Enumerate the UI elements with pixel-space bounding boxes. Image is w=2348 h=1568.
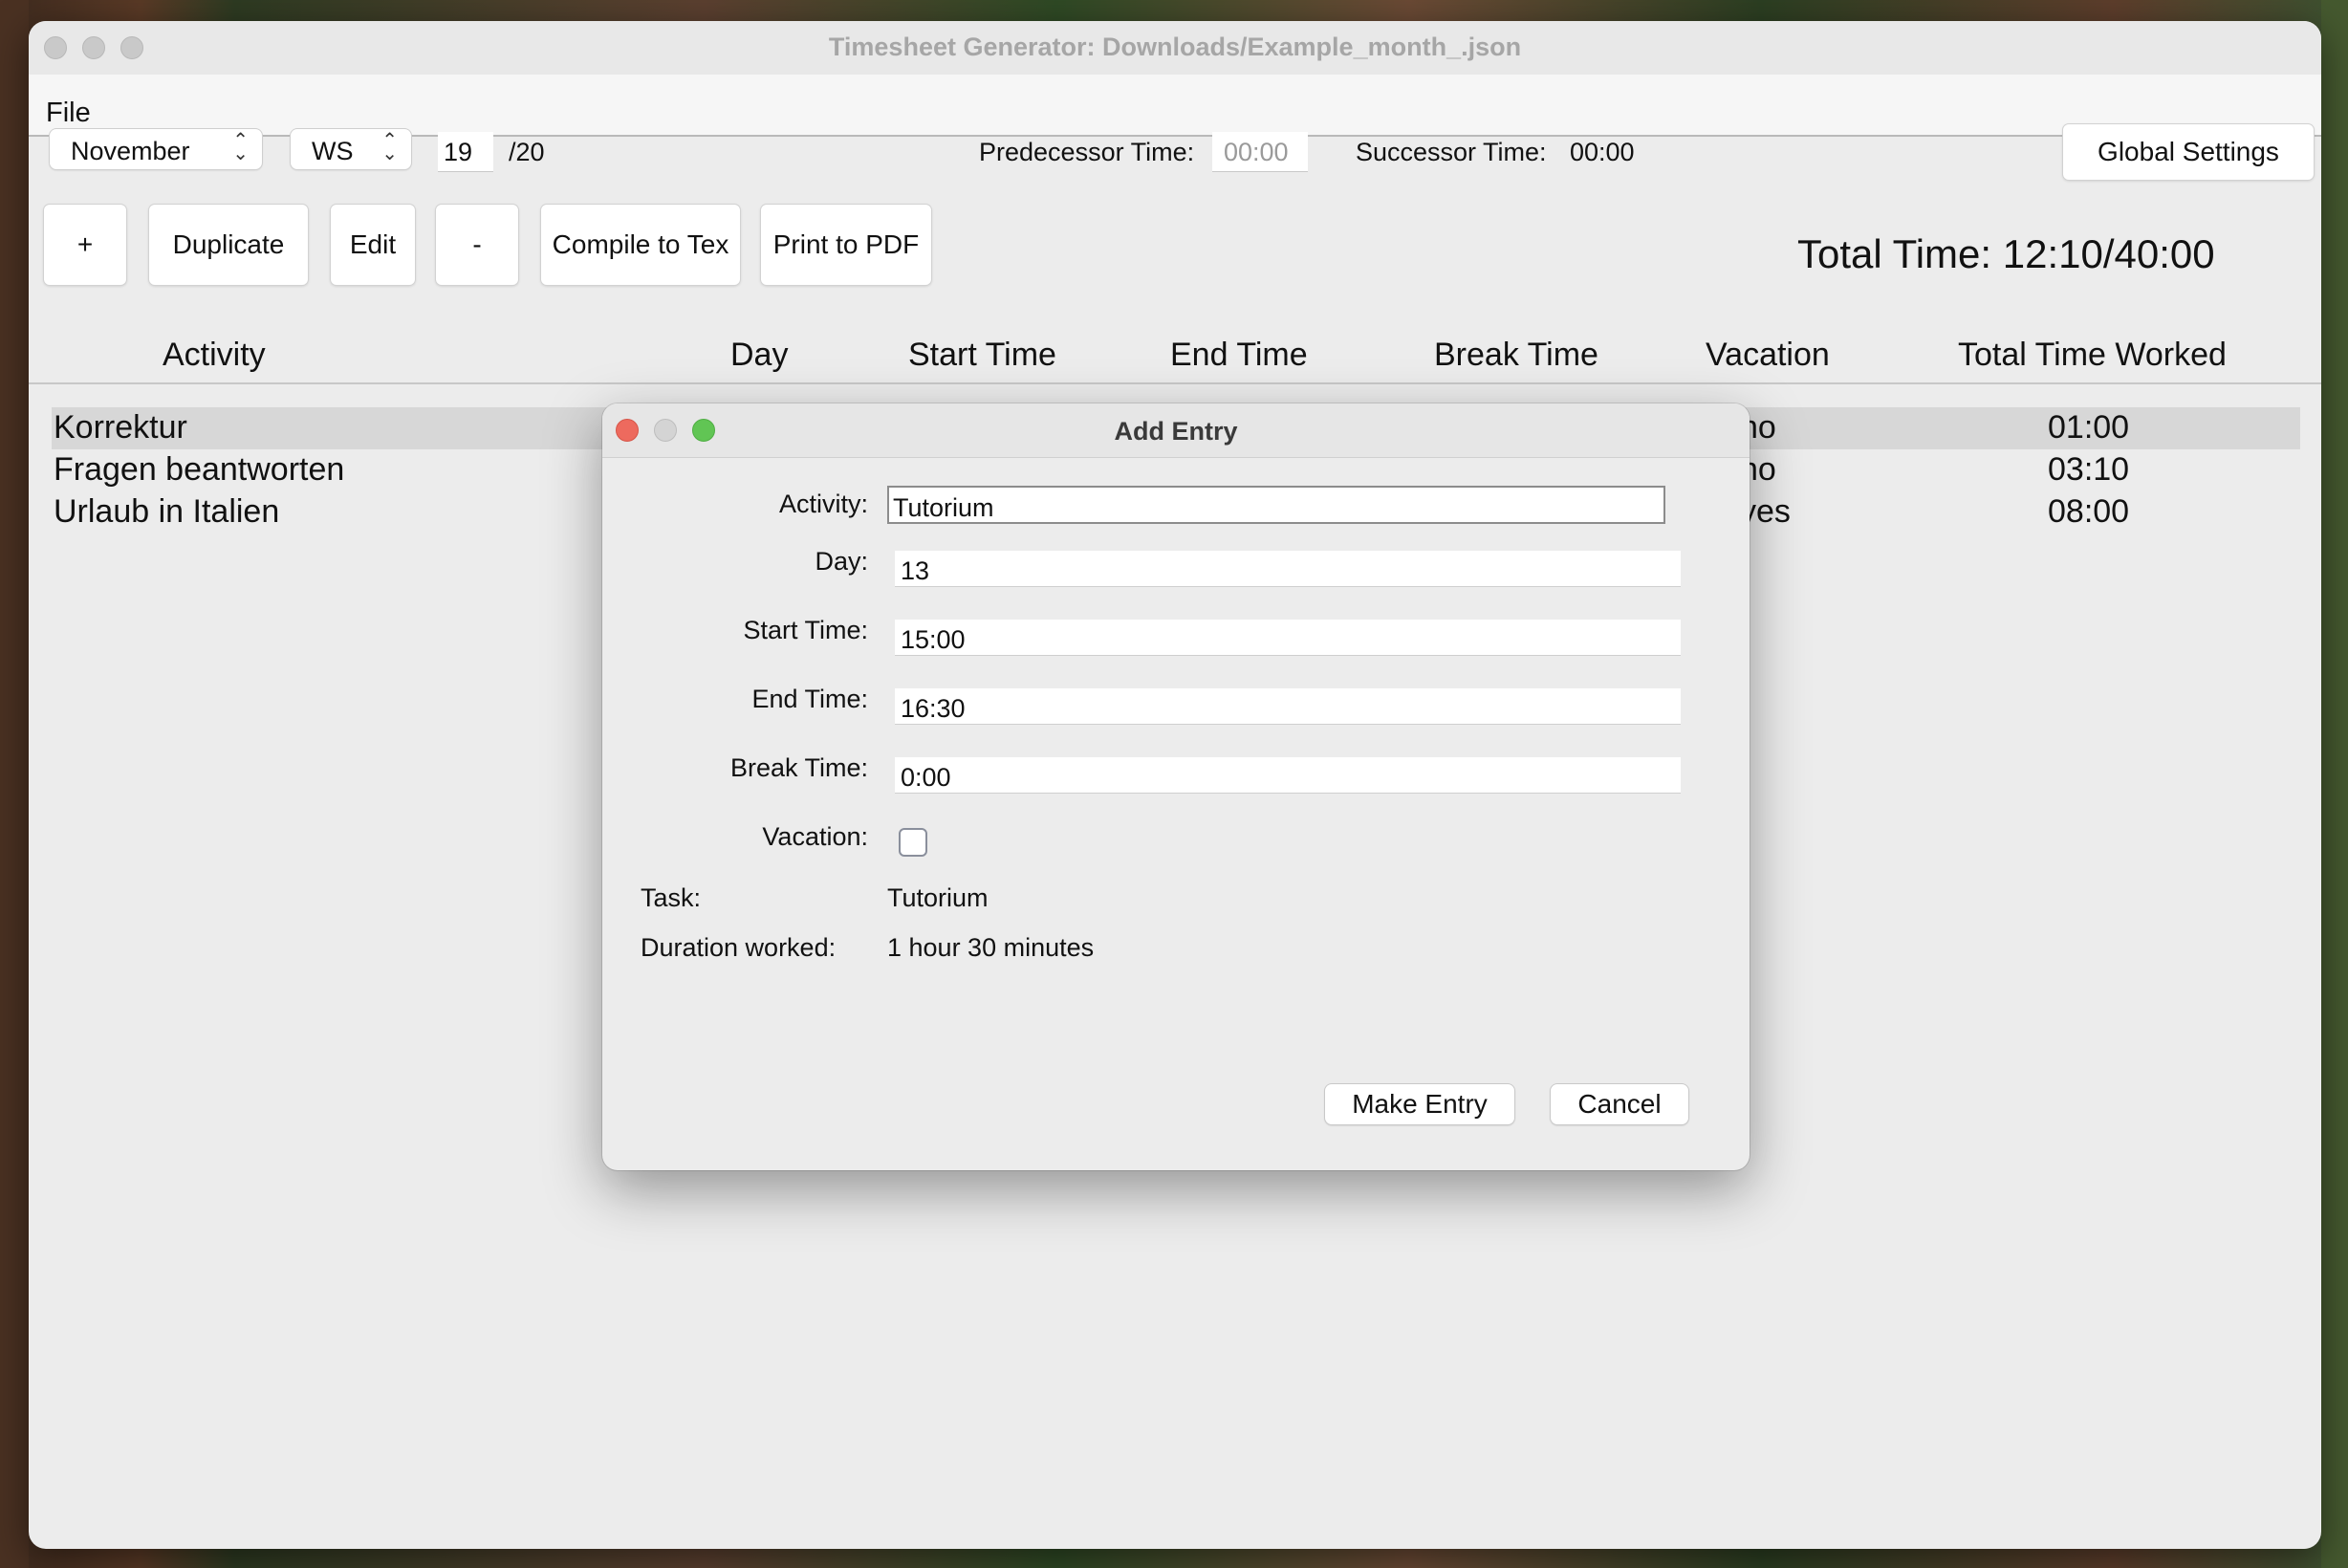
month-value: November xyxy=(71,137,190,165)
remove-entry-button[interactable]: - xyxy=(436,205,518,285)
chevron-updown-icon: ⌃ ⌄ xyxy=(381,130,398,164)
global-settings-button[interactable]: Global Settings xyxy=(2063,124,2314,180)
predecessor-time-label: Predecessor Time: xyxy=(979,138,1195,166)
duration-value: 1 hour 30 minutes xyxy=(887,933,1095,962)
end-time-label: End Time: xyxy=(751,685,868,713)
add-entry-dialog: Add Entry Activity: Tutorium Day: 13 Sta… xyxy=(602,403,1750,1170)
day-label: Day: xyxy=(815,547,868,576)
table-row-total[interactable]: 08:00 xyxy=(2048,493,2129,531)
table-row-total[interactable]: 03:10 xyxy=(2048,451,2129,489)
column-header-break-time[interactable]: Break Time xyxy=(1434,337,1598,374)
table-row-total[interactable]: 01:00 xyxy=(2048,409,2129,446)
chevron-updown-icon: ⌃ ⌄ xyxy=(232,130,249,164)
column-header-day[interactable]: Day xyxy=(730,337,788,374)
start-time-input[interactable]: 15:00 xyxy=(895,620,1681,656)
dialog-title: Add Entry xyxy=(1114,417,1238,446)
print-to-pdf-button[interactable]: Print to PDF xyxy=(761,205,931,285)
successor-time-value: 00:00 xyxy=(1570,138,1635,166)
successor-time-label: Successor Time: xyxy=(1356,138,1547,166)
vacation-checkbox[interactable] xyxy=(899,828,927,857)
cancel-button[interactable]: Cancel xyxy=(1551,1084,1688,1124)
activity-label: Activity: xyxy=(778,490,868,518)
end-time-input[interactable]: 16:30 xyxy=(895,688,1681,725)
background-wallpaper xyxy=(2321,0,2348,1568)
dialog-title-bar: Add Entry xyxy=(602,403,1750,458)
make-entry-button[interactable]: Make Entry xyxy=(1325,1084,1514,1124)
month-select[interactable]: November ⌃ ⌄ xyxy=(50,129,262,169)
duration-label: Duration worked: xyxy=(641,933,837,962)
year-input[interactable]: 19 xyxy=(438,132,493,172)
table-row-activity[interactable]: Korrektur xyxy=(54,409,187,446)
column-header-start-time[interactable]: Start Time xyxy=(908,337,1056,374)
day-input[interactable]: 13 xyxy=(895,551,1681,587)
column-header-vacation[interactable]: Vacation xyxy=(1706,337,1830,374)
predecessor-time-input[interactable]: 00:00 xyxy=(1212,132,1308,172)
title-bar: Timesheet Generator: Downloads/Example_m… xyxy=(29,21,2321,76)
column-header-activity[interactable]: Activity xyxy=(163,337,266,374)
duplicate-button[interactable]: Duplicate xyxy=(149,205,308,285)
break-time-label: Break Time: xyxy=(729,753,868,782)
semester-select[interactable]: WS ⌃ ⌄ xyxy=(291,129,411,169)
background-wallpaper xyxy=(0,0,29,1568)
column-header-total-time-worked[interactable]: Total Time Worked xyxy=(1958,337,2227,374)
window-title: Timesheet Generator: Downloads/Example_m… xyxy=(828,33,1522,61)
edit-button[interactable]: Edit xyxy=(331,205,415,285)
menu-bar: File xyxy=(29,75,2321,137)
table-row-activity[interactable]: Fragen beantworten xyxy=(54,451,344,489)
semester-value: WS xyxy=(312,137,354,165)
compile-to-tex-button[interactable]: Compile to Tex xyxy=(541,205,740,285)
task-value: Tutorium xyxy=(887,883,989,912)
vacation-label: Vacation: xyxy=(762,822,868,851)
table-header-divider xyxy=(29,382,2321,384)
column-header-end-time[interactable]: End Time xyxy=(1170,337,1308,374)
task-label: Task: xyxy=(641,883,702,912)
total-time: Total Time: 12:10/40:00 xyxy=(1797,231,2215,276)
break-time-input[interactable]: 0:00 xyxy=(895,757,1681,794)
year-suffix: /20 xyxy=(509,138,545,166)
menu-file[interactable]: File xyxy=(46,98,91,129)
activity-input[interactable]: Tutorium xyxy=(887,486,1665,524)
table-row-activity[interactable]: Urlaub in Italien xyxy=(54,493,279,531)
start-time-label: Start Time: xyxy=(743,616,868,644)
add-entry-button[interactable]: + xyxy=(44,205,126,285)
